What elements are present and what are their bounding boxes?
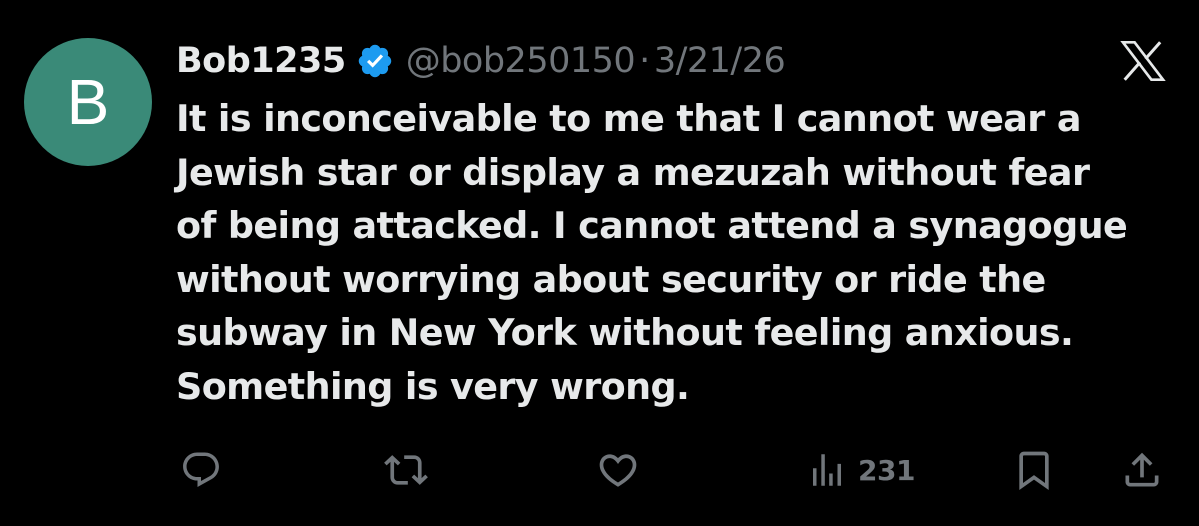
avatar[interactable]: B [24,38,152,166]
views-count: 231 [858,453,915,487]
share-icon [1120,448,1164,492]
author-display-name[interactable]: Bob1235 [176,38,346,84]
reply-icon [180,449,222,491]
header-separator: · [639,41,650,81]
tweet-text: It is inconceivable to me that I cannot … [176,97,1128,408]
views-button[interactable]: 231 [806,445,915,495]
tweet-header: Bob1235 @bob250150 · 3/21/26 [176,38,786,84]
retweet-icon [384,448,428,492]
like-button[interactable] [596,445,640,495]
x-logo-icon [1120,40,1166,82]
tweet-actions-bar: 231 [0,445,1199,495]
views-icon [806,449,848,491]
tweet-date[interactable]: 3/21/26 [654,38,786,84]
verified-badge-icon [356,42,394,80]
retweet-button[interactable] [384,445,428,495]
share-button[interactable] [1120,445,1164,495]
reply-button[interactable] [180,445,222,495]
bookmark-icon [1012,448,1056,492]
bookmark-button[interactable] [1012,445,1056,495]
heart-icon [596,448,640,492]
tweet-card: B Bob1235 @bob250150 · 3/21/26 It is inc… [0,0,1199,526]
author-handle[interactable]: @bob250150 [406,38,636,84]
